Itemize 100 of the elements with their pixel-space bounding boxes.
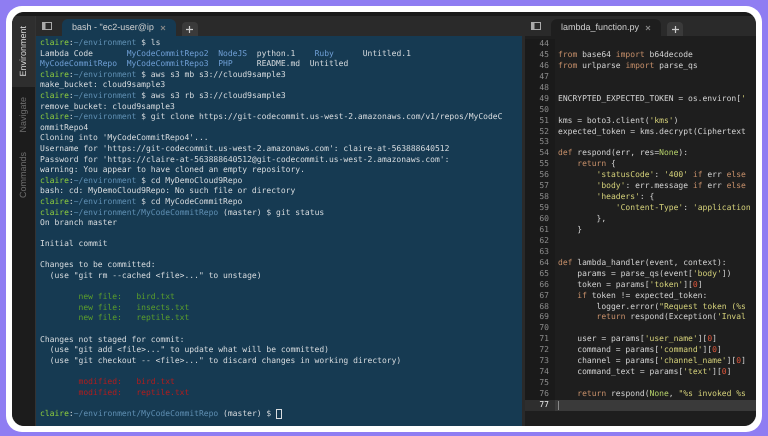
new-tab-button[interactable]	[182, 22, 198, 36]
terminal-line: Changes not staged for commit:	[40, 334, 184, 346]
pane-menu-icon[interactable]	[531, 22, 541, 30]
terminal-line: (use "git checkout -- <file>..." to discard changes in working directory)	[48, 356, 402, 366]
line-number: 57	[525, 181, 555, 192]
line-number: 51	[525, 116, 555, 126]
code-line: 'headers': {	[596, 192, 654, 204]
text-cursor	[558, 400, 559, 410]
code-line: return respond(None, "%s invoked %s	[576, 389, 746, 400]
line-number: 59	[525, 203, 555, 214]
code-line: channel = params['channel_name'][0]	[576, 356, 746, 368]
line-number: 61	[525, 224, 555, 236]
line-number: 71	[525, 334, 555, 346]
line-number: 75	[525, 378, 555, 389]
line-number: 70	[525, 323, 555, 334]
line-number: 49	[525, 94, 555, 105]
line-number: 46	[525, 60, 555, 72]
terminal-line: new file: reptile.txt	[78, 313, 190, 324]
editor-tab[interactable]: lambda_function.py	[551, 19, 662, 36]
terminal-line: claire:~/environment $ cd MyCodeCommitRepo	[40, 196, 242, 208]
line-number: 76	[525, 389, 555, 400]
code-line: return {	[576, 159, 616, 170]
sidebar-tab[interactable]: Environment	[12, 16, 35, 87]
terminal-line: claire:~/environment $ aws s3 mb s3://cloud9sample3	[40, 70, 286, 80]
terminal-line: (use "git rm --cached <file>..." to unstage)	[48, 271, 262, 282]
terminal-line: claire:~/environment $ git clone https://git-codecommit.us-west-2.amazonaws.com/v1/repos/MyCodeC	[40, 112, 502, 123]
line-number: 73	[525, 356, 555, 368]
code-line: logger.error("Request token (%s	[596, 302, 746, 312]
pane-menu-icon[interactable]	[42, 22, 52, 30]
code-line: kms = boto3.client('kms')	[558, 116, 678, 127]
terminal-line: claire:~/environment $ aws s3 rb s3://cloud9sample3	[40, 90, 286, 102]
code-line: return respond(Exception('Inval	[596, 312, 746, 324]
code-line: from base64 import b64decode	[558, 50, 693, 61]
line-number: 53	[525, 137, 555, 148]
terminal-line: modified: bird.txt	[78, 377, 175, 388]
line-number: 48	[525, 82, 555, 94]
line-number: 64	[525, 258, 555, 269]
terminal-line: Lambda Code MyCodeCommitRepo2 NodeJS python.1 Ruby Untitled.1	[40, 48, 411, 60]
code-line: ENCRYPTED_EXPECTED_TOKEN = os.environ['	[558, 94, 746, 105]
line-number: 66	[525, 280, 555, 291]
code-line: params = parse_qs(event['body'])	[576, 268, 732, 280]
terminal-line: make_bucket: cloud9sample3	[40, 80, 166, 91]
terminal-line: claire:~/environment $ cd MyDemoCloud9Repo	[40, 176, 242, 186]
terminal-line: Initial commit	[40, 239, 108, 250]
new-tab-button[interactable]	[667, 22, 684, 36]
code-line: if token != expected_token:	[576, 290, 708, 302]
line-number: 52	[525, 126, 555, 138]
code-line: def respond(err, res=None):	[558, 148, 688, 160]
terminal-line: bash: cd: MyDemoCloud9Repo: No such file or directory	[40, 186, 296, 197]
terminal-line: modified: reptile.txt	[78, 388, 190, 398]
terminal-line: Username for 'https://git-codecommit.us-west-2.amazonaws.com': claire-at-563888640512	[40, 144, 450, 155]
line-number: 72	[525, 345, 555, 356]
terminal-line: Changes to be committed:	[40, 260, 156, 272]
line-number: 67	[525, 290, 555, 302]
line-number: 54	[525, 148, 555, 160]
code-line: from urlparse import parse_qs	[558, 60, 698, 72]
line-number: 45	[525, 50, 555, 61]
code-line: 'Content-Type': 'application	[614, 203, 751, 214]
editor-tab[interactable]: bash - "ec2-user@ip	[62, 19, 176, 36]
terminal-line: ommitRepo4	[40, 122, 88, 134]
line-number: 77	[525, 400, 555, 411]
line-number: 60	[525, 214, 555, 225]
terminal-line: new file: bird.txt	[78, 292, 175, 303]
close-icon[interactable]	[645, 24, 652, 30]
code-line: command_text = params['text'][0]	[576, 367, 732, 378]
line-number: 62	[525, 236, 555, 247]
line-number: 44	[525, 39, 555, 50]
line-number: 69	[525, 312, 555, 324]
terminal-line: MyCodeCommitRepo MyCodeCommitRepo3 PHP README.md Untitled	[40, 59, 348, 70]
line-number: 74	[525, 367, 555, 378]
line-number: 68	[525, 302, 555, 312]
code-line: 'body': err.message if err else	[596, 181, 746, 192]
code-line: token = params['token'][0]	[576, 280, 703, 291]
line-number: 55	[525, 159, 555, 170]
line-number: 47	[525, 72, 555, 83]
line-number: 50	[525, 104, 555, 116]
terminal-line: (use "git add <file>..." to update what will be committed)	[48, 345, 329, 356]
code-line: 'statusCode': '400' if err else	[596, 170, 746, 182]
close-icon[interactable]	[160, 24, 166, 30]
plus-icon[interactable]	[672, 26, 679, 32]
line-number: 63	[525, 246, 555, 258]
line-number: 56	[525, 170, 555, 182]
code-line: def lambda_handler(event, context):	[558, 258, 727, 269]
terminal-line: On branch master	[40, 218, 118, 229]
plus-icon[interactable]	[186, 26, 194, 32]
line-number: 65	[525, 268, 555, 280]
code-line: },	[596, 214, 606, 225]
code-line: }	[576, 224, 582, 236]
terminal-line: remove_bucket: cloud9sample3	[40, 102, 175, 112]
terminal-line: Cloning into 'MyCodeCommitRepo4'...	[40, 133, 209, 144]
terminal-line: warning: You appear to have cloned an empty repository.	[40, 165, 305, 176]
code-line: command = params['command'][0]	[576, 345, 722, 356]
terminal-line: claire:~/environment/MyCodeCommitRepo (master) $ git status	[40, 208, 324, 218]
terminal-line: claire:~/environment $ ls	[40, 38, 160, 49]
code-line: user = params['user_name'][0]	[576, 334, 717, 346]
terminal-line: new file: insects.txt	[78, 302, 190, 314]
terminal-line: claire:~/environment/MyCodeCommitRepo (master) $	[40, 408, 272, 420]
line-number: 58	[525, 192, 555, 204]
code-line: expected_token = kms.decrypt(Ciphertext	[558, 126, 746, 138]
terminal-line: Password for 'https://claire-at-563888640512@git-codecommit.us-west-2.amazonaws.com':	[40, 154, 450, 166]
